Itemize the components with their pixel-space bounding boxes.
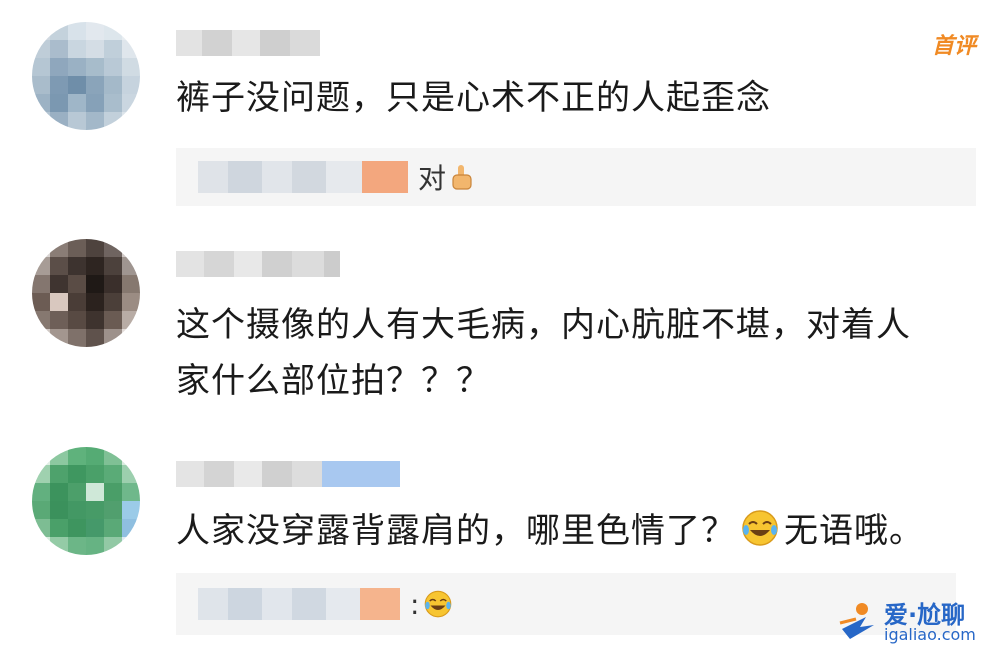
laughing-crying-emoji-icon: [740, 508, 780, 548]
reply-username-blurred[interactable]: [198, 161, 408, 193]
avatar[interactable]: [32, 22, 140, 130]
comment-text-before-emoji: 人家没穿露背露肩的，哪里色情了？: [176, 511, 736, 551]
comment-item-2: 这个摄像的人有大毛病，内心肮脏不堪，对着人 家什么部位拍？？？: [0, 215, 1000, 425]
first-comment-badge: 首评: [931, 34, 976, 59]
comment-text: 裤子没问题，只是心术不正的人起歪念: [176, 78, 771, 118]
username-blurred[interactable]: [176, 251, 340, 277]
watermark-url: igaliao.com: [884, 625, 976, 644]
comment-text: 人家没穿露背露肩的，哪里色情了？ 无语哦。: [176, 503, 924, 559]
comment-text-after-emoji: 无语哦。: [784, 511, 924, 551]
comment-text: 这个摄像的人有大毛病，内心肮脏不堪，对着人 家什么部位拍？？？: [176, 297, 911, 409]
comment-item-1: 首评 裤子没问题，只是心术不正的人起歪念 对: [0, 0, 1000, 215]
reply-box[interactable]: 对: [176, 148, 976, 206]
comment-text-line-1: 这个摄像的人有大毛病，内心肮脏不堪，对着人: [176, 305, 911, 345]
avatar[interactable]: [32, 239, 140, 347]
laughing-crying-emoji-icon: [423, 589, 453, 619]
watermark-logo-icon: [836, 599, 880, 643]
reply-text: :: [410, 587, 420, 621]
comment-text-line-2: 家什么部位拍？？？: [176, 361, 491, 401]
avatar[interactable]: [32, 447, 140, 555]
username-blurred[interactable]: [176, 30, 320, 56]
username-blurred[interactable]: [176, 461, 400, 487]
reply-text: 对: [418, 162, 447, 195]
reply-username-blurred[interactable]: [198, 588, 400, 620]
thumbs-up-icon: [450, 163, 474, 191]
site-watermark: 爱·尬聊 igaliao.com: [836, 595, 986, 647]
